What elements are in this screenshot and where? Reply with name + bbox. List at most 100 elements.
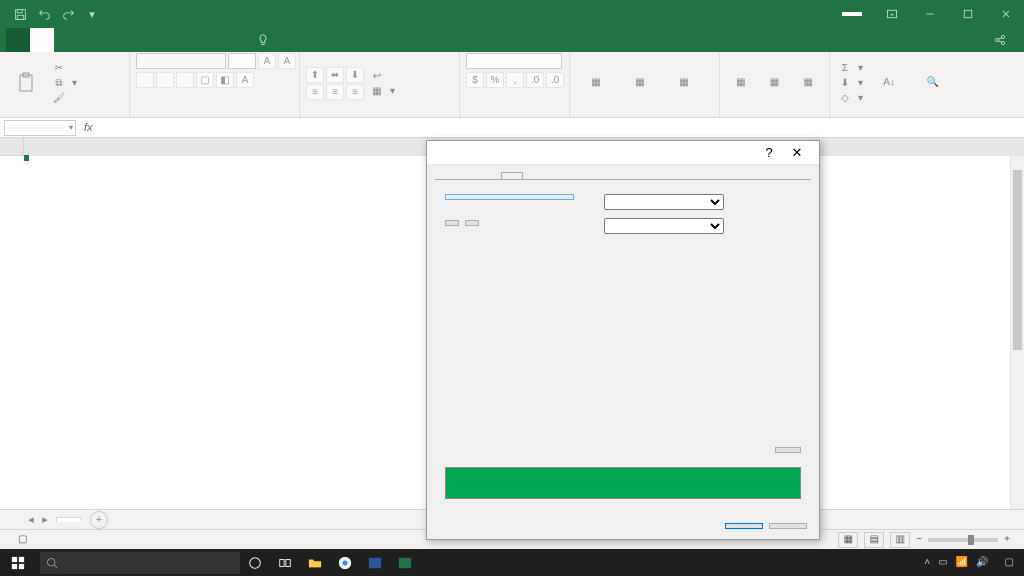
format-painter-button[interactable]: 🖌 xyxy=(50,92,79,106)
font-family-input[interactable] xyxy=(136,53,226,69)
italic-button[interactable] xyxy=(156,72,174,88)
decrease-font-icon[interactable]: A xyxy=(278,53,296,69)
align-left-icon[interactable]: ≡ xyxy=(306,84,324,100)
vertical-scrollbar[interactable] xyxy=(1010,156,1024,549)
undo-icon[interactable] xyxy=(34,4,54,24)
page-layout-view-icon[interactable]: ▤ xyxy=(864,532,884,548)
dialog-close-icon[interactable]: ✕ xyxy=(783,145,811,161)
insert-cells-button[interactable]: ▦ xyxy=(726,70,756,98)
minimize-icon[interactable] xyxy=(912,0,948,28)
name-box[interactable] xyxy=(4,120,76,136)
increase-decimal-icon[interactable]: .0 xyxy=(526,72,544,88)
tell-me[interactable] xyxy=(246,28,286,52)
signin-button[interactable] xyxy=(842,12,862,16)
sheet-nav-prev-icon[interactable]: ◂ xyxy=(24,513,38,526)
tab-page-layout[interactable] xyxy=(78,28,102,52)
formula-input[interactable] xyxy=(101,122,1020,134)
fill-color-button[interactable]: ◧ xyxy=(216,72,234,88)
merge-button[interactable]: ▦ ▾ xyxy=(368,84,397,98)
increase-font-icon[interactable]: A xyxy=(258,53,276,69)
currency-icon[interactable]: $ xyxy=(466,72,484,88)
dialog-clear-button[interactable] xyxy=(775,447,801,453)
number-format-input[interactable] xyxy=(466,53,562,69)
sort-filter-button[interactable]: A↓ xyxy=(869,70,909,98)
format-as-table-button[interactable]: ▦ xyxy=(620,70,660,98)
zoom-in-icon[interactable]: + xyxy=(1004,534,1010,545)
decrease-decimal-icon[interactable]: .0 xyxy=(546,72,564,88)
tab-file[interactable] xyxy=(6,28,30,52)
tab-data[interactable] xyxy=(126,28,150,52)
paste-button[interactable] xyxy=(6,70,46,98)
qat-dropdown-icon[interactable]: ▾ xyxy=(82,4,102,24)
pattern-style-select[interactable] xyxy=(604,218,724,234)
ribbon-options-icon[interactable] xyxy=(874,0,910,28)
pattern-color-select[interactable] xyxy=(604,194,724,210)
tab-formulas[interactable] xyxy=(102,28,126,52)
dialog-tab-font[interactable] xyxy=(457,171,479,179)
clear-button[interactable]: ◇ ▾ xyxy=(836,92,865,106)
fill-button[interactable]: ⬇ ▾ xyxy=(836,77,865,91)
dialog-help-icon[interactable]: ? xyxy=(755,145,783,160)
excel-icon[interactable] xyxy=(390,549,420,576)
format-cells-button[interactable]: ▦ xyxy=(793,70,823,98)
no-color-button[interactable] xyxy=(445,194,574,200)
tab-review[interactable] xyxy=(150,28,174,52)
underline-button[interactable] xyxy=(176,72,194,88)
select-all-corner[interactable] xyxy=(0,138,24,156)
conditional-formatting-button[interactable]: ▦ xyxy=(576,70,616,98)
align-middle-icon[interactable]: ⬌ xyxy=(326,67,344,83)
tab-insert[interactable] xyxy=(54,28,78,52)
task-view-icon[interactable] xyxy=(270,549,300,576)
tray-expand-icon[interactable]: ˄ xyxy=(924,557,930,568)
save-icon[interactable] xyxy=(10,4,30,24)
sheet-nav-next-icon[interactable]: ▸ xyxy=(38,513,52,526)
dialog-tab-number[interactable] xyxy=(435,171,457,179)
bold-button[interactable] xyxy=(136,72,154,88)
tab-home[interactable] xyxy=(30,28,54,52)
align-right-icon[interactable]: ≡ xyxy=(346,84,364,100)
normal-view-icon[interactable]: ▦ xyxy=(838,532,858,548)
percent-icon[interactable]: % xyxy=(486,72,504,88)
redo-icon[interactable] xyxy=(58,4,78,24)
find-select-button[interactable]: 🔍 xyxy=(913,70,953,98)
comma-icon[interactable]: , xyxy=(506,72,524,88)
tray-battery-icon[interactable]: ▭ xyxy=(938,557,947,568)
font-size-input[interactable] xyxy=(228,53,256,69)
cell-styles-button[interactable]: ▦ xyxy=(664,70,704,98)
chrome-icon[interactable] xyxy=(330,549,360,576)
border-button[interactable]: ▢ xyxy=(196,72,214,88)
align-bottom-icon[interactable]: ⬇ xyxy=(346,67,364,83)
cortana-icon[interactable] xyxy=(240,549,270,576)
tab-view[interactable] xyxy=(174,28,198,52)
share-button[interactable] xyxy=(994,28,1010,52)
zoom-out-icon[interactable]: − xyxy=(916,534,922,545)
delete-cells-button[interactable]: ▦ xyxy=(760,70,790,98)
tray-volume-icon[interactable]: 🔊 xyxy=(976,557,988,568)
align-top-icon[interactable]: ⬆ xyxy=(306,67,324,83)
copy-button[interactable]: ⧉ ▾ xyxy=(50,77,79,91)
autosum-button[interactable]: Σ ▾ xyxy=(836,62,865,76)
wrap-text-button[interactable]: ↩ xyxy=(368,69,397,83)
cut-button[interactable]: ✂ xyxy=(50,62,79,76)
tab-help[interactable] xyxy=(222,28,246,52)
sheet-tab[interactable] xyxy=(56,517,82,522)
dialog-tab-border[interactable] xyxy=(479,171,501,179)
notification-icon[interactable]: ▢ xyxy=(1005,557,1014,568)
cancel-button[interactable] xyxy=(769,523,807,529)
add-sheet-icon[interactable]: + xyxy=(90,511,108,529)
more-colors-button[interactable] xyxy=(465,220,479,226)
font-color-button[interactable]: A xyxy=(236,72,254,88)
word-icon[interactable] xyxy=(360,549,390,576)
fx-icon[interactable]: fx xyxy=(84,122,93,134)
taskbar-search[interactable] xyxy=(40,552,240,574)
macro-record-icon[interactable]: ▢ xyxy=(18,534,27,545)
zoom-slider[interactable] xyxy=(928,538,998,542)
close-icon[interactable] xyxy=(988,0,1024,28)
start-button[interactable] xyxy=(0,549,36,576)
tray-wifi-icon[interactable]: 📶 xyxy=(956,557,968,568)
maximize-icon[interactable] xyxy=(950,0,986,28)
tab-developer[interactable] xyxy=(198,28,222,52)
file-explorer-icon[interactable] xyxy=(300,549,330,576)
align-center-icon[interactable]: ≡ xyxy=(326,84,344,100)
ok-button[interactable] xyxy=(725,523,763,529)
